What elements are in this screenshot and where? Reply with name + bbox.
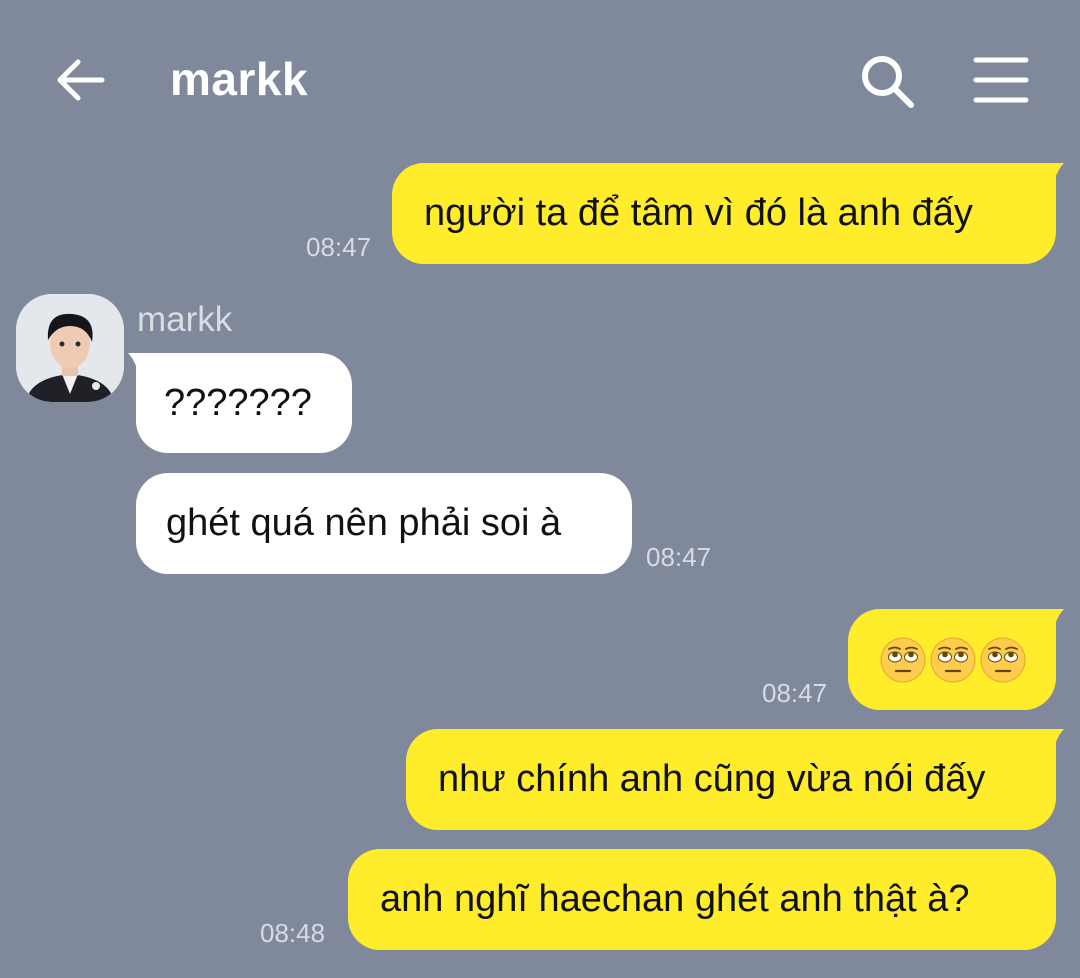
chat-header: markk xyxy=(0,0,1080,150)
outgoing-message-bubble[interactable]: anh nghĩ haechan ghét anh thật à? xyxy=(348,849,1056,950)
bubble-tail xyxy=(128,353,152,379)
message-text: ??????? xyxy=(164,381,312,424)
bubble-tail xyxy=(1040,609,1064,635)
message-text: ghét quá nên phải soi à xyxy=(166,502,562,544)
message-text: như chính anh cũng vừa nói đấy xyxy=(438,758,986,800)
back-button[interactable] xyxy=(50,50,110,110)
outgoing-emoji-bubble[interactable] xyxy=(848,609,1056,710)
hamburger-menu-icon xyxy=(973,57,1029,103)
emoji-row xyxy=(880,637,1026,683)
rolling-eyes-emoji-icon xyxy=(980,637,1026,682)
message-text: anh nghĩ haechan ghét anh thật à? xyxy=(380,878,970,920)
message-timestamp: 08:48 xyxy=(260,918,326,948)
outgoing-message-bubble[interactable]: như chính anh cũng vừa nói đấy xyxy=(406,729,1056,830)
search-button[interactable] xyxy=(858,52,918,112)
sender-name: markk xyxy=(137,300,233,339)
rolling-eyes-emoji-icon xyxy=(880,637,926,682)
message-timestamp: 08:47 xyxy=(306,232,372,262)
contact-avatar[interactable] xyxy=(16,294,124,402)
incoming-message-bubble[interactable]: ghét quá nên phải soi à xyxy=(136,473,632,574)
message-text: người ta để tâm vì đó là anh đấy xyxy=(424,192,973,234)
incoming-message-bubble[interactable]: ??????? xyxy=(136,353,352,453)
message-timestamp: 08:47 xyxy=(762,678,828,708)
profile-photo-icon xyxy=(16,294,124,402)
bubble-tail xyxy=(1040,729,1064,755)
bubble-tail xyxy=(1040,163,1064,189)
arrow-left-icon xyxy=(57,59,105,101)
outgoing-message-bubble[interactable]: người ta để tâm vì đó là anh đấy xyxy=(392,163,1056,264)
rolling-eyes-emoji-icon xyxy=(930,637,976,682)
chat-title: markk xyxy=(170,53,309,105)
menu-button[interactable] xyxy=(972,54,1030,106)
search-icon xyxy=(862,56,914,108)
message-timestamp: 08:47 xyxy=(646,542,712,572)
